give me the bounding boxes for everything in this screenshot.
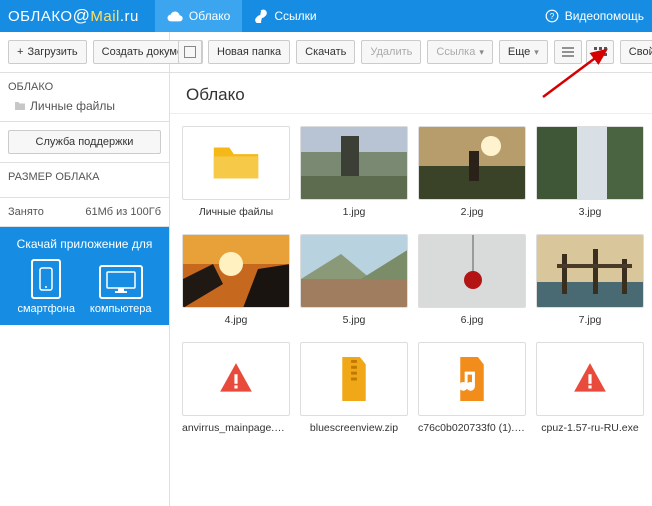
view-list-button[interactable]	[554, 40, 582, 64]
support-button-label: Служба поддержки	[36, 136, 134, 148]
photo-thumbnail	[419, 126, 525, 200]
tile-image-2[interactable]: 2.jpg	[418, 126, 526, 218]
photo-thumbnail	[301, 126, 407, 200]
app-header: ОБЛАКО@Mail.ru Облако Ссылки ? Видеопомо…	[0, 0, 652, 32]
used-label: Занято	[8, 206, 44, 218]
sidebar-personal-files-label: Личные файлы	[30, 99, 115, 113]
used-value: 61Мб из 100Гб	[85, 206, 161, 218]
grid-view-icon	[593, 46, 607, 58]
new-folder-label: Новая папка	[217, 46, 281, 58]
tab-cloud[interactable]: Облако	[155, 0, 242, 32]
promo-block: Скачай приложение для смартфона компьюте…	[0, 227, 169, 325]
folder-icon	[14, 101, 26, 111]
tile-label: anvirrus_mainpage.exe	[182, 422, 290, 434]
tile-label: 2.jpg	[418, 206, 526, 218]
download-label: Скачать	[305, 46, 346, 58]
delete-label: Удалить	[370, 46, 412, 58]
photo-thumbnail	[183, 234, 289, 308]
smartphone-icon	[31, 259, 61, 299]
new-folder-button[interactable]: Новая папка	[208, 40, 290, 64]
view-grid-button[interactable]	[586, 40, 614, 64]
cloud-icon	[167, 10, 183, 22]
logo-mail-text: Mail	[90, 8, 120, 25]
promo-smartphone[interactable]: смартфона	[17, 259, 74, 315]
help-icon: ?	[545, 9, 559, 23]
plus-icon: +	[17, 46, 23, 58]
audio-file-icon	[454, 357, 490, 401]
tile-image-3[interactable]: 3.jpg	[536, 126, 644, 218]
tile-image-7[interactable]: 7.jpg	[536, 234, 644, 326]
folder-icon	[208, 143, 264, 183]
tab-links-label: Ссылки	[274, 9, 316, 23]
tile-file-zip[interactable]: bluescreenview.zip	[300, 342, 408, 434]
photo-thumbnail	[537, 234, 643, 308]
main-content: Новая папка Скачать Удалить Ссылка Еще С…	[170, 32, 652, 506]
breadcrumb: Облако	[170, 73, 652, 114]
upload-button[interactable]: + Загрузить	[8, 40, 87, 64]
properties-label: Свойства	[629, 46, 652, 58]
logo-cloud-text: ОБЛАКО	[8, 8, 73, 25]
sidebar-section-cloud: ОБЛАКО	[8, 81, 161, 93]
link-label: Ссылка	[436, 46, 475, 58]
more-button[interactable]: Еще	[499, 40, 548, 64]
select-all-checkbox[interactable]	[178, 40, 202, 64]
svg-text:?: ?	[549, 12, 554, 21]
video-help-label: Видеопомощь	[565, 9, 644, 23]
tile-file-exe2[interactable]: cpuz-1.57-ru-RU.exe	[536, 342, 644, 434]
warning-icon	[216, 360, 256, 398]
promo-computer[interactable]: компьютера	[90, 265, 152, 315]
promo-phone-label: смартфона	[17, 303, 74, 315]
promo-comp-label: компьютера	[90, 303, 152, 315]
tile-label: Личные файлы	[182, 206, 290, 218]
monitor-icon	[99, 265, 143, 299]
photo-thumbnail	[419, 234, 525, 308]
link-icon	[254, 9, 268, 23]
toolbar: Новая папка Скачать Удалить Ссылка Еще С…	[170, 32, 652, 73]
tile-label: 6.jpg	[418, 314, 526, 326]
properties-button[interactable]: Свойства	[620, 40, 652, 64]
upload-button-label: Загрузить	[27, 46, 77, 58]
photo-thumbnail	[537, 126, 643, 200]
tile-label: 3.jpg	[536, 206, 644, 218]
tile-label: cpuz-1.57-ru-RU.exe	[536, 422, 644, 434]
tile-folder-personal[interactable]: Личные файлы	[182, 126, 290, 218]
warning-icon	[570, 360, 610, 398]
logo: ОБЛАКО@Mail.ru	[8, 6, 139, 26]
promo-title: Скачай приложение для	[10, 237, 159, 251]
tile-label: 4.jpg	[182, 314, 290, 326]
tile-label: bluescreenview.zip	[300, 422, 408, 434]
tile-image-1[interactable]: 1.jpg	[300, 126, 408, 218]
tile-image-5[interactable]: 5.jpg	[300, 234, 408, 326]
list-view-icon	[561, 46, 575, 58]
more-label: Еще	[508, 46, 530, 58]
logo-at: @	[73, 6, 91, 26]
cloud-size-title: РАЗМЕР ОБЛАКА	[8, 171, 161, 183]
support-button[interactable]: Служба поддержки	[8, 130, 161, 154]
download-button[interactable]: Скачать	[296, 40, 355, 64]
file-grid: Личные файлы 1.jpg 2.jpg 3.jpg 4.jpg 5	[170, 114, 652, 446]
photo-thumbnail	[301, 234, 407, 308]
tile-label: 1.jpg	[300, 206, 408, 218]
tile-label: 7.jpg	[536, 314, 644, 326]
tile-file-exe1[interactable]: anvirrus_mainpage.exe	[182, 342, 290, 434]
tile-image-4[interactable]: 4.jpg	[182, 234, 290, 326]
sidebar: + Загрузить Создать документ ОБЛАКО Личн…	[0, 32, 170, 506]
tile-image-6[interactable]: 6.jpg	[418, 234, 526, 326]
logo-ru-text: .ru	[120, 8, 139, 25]
tab-links[interactable]: Ссылки	[242, 0, 328, 32]
tab-cloud-label: Облако	[189, 9, 230, 23]
zip-file-icon	[336, 357, 372, 401]
video-help-button[interactable]: ? Видеопомощь	[545, 9, 644, 23]
sidebar-item-personal-files[interactable]: Личные файлы	[8, 99, 161, 113]
tile-label: 5.jpg	[300, 314, 408, 326]
tile-label: c76c0b020733f0 (1).mp3	[418, 422, 526, 434]
link-button[interactable]: Ссылка	[427, 40, 492, 64]
delete-button[interactable]: Удалить	[361, 40, 421, 64]
tile-file-mp3[interactable]: c76c0b020733f0 (1).mp3	[418, 342, 526, 434]
